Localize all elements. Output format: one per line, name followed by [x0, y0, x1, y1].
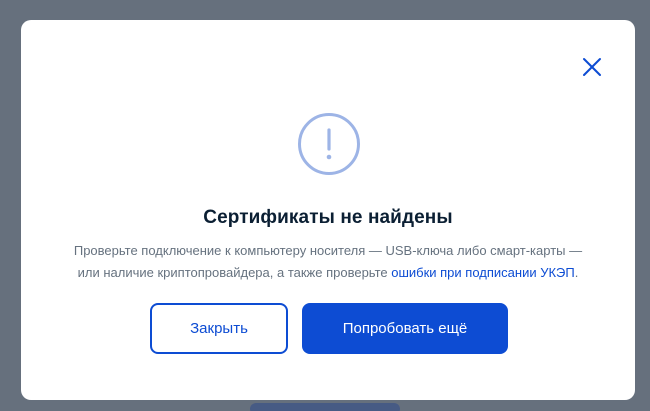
close-dialog-button[interactable]	[581, 56, 603, 78]
exclamation-circle-icon	[298, 113, 360, 175]
description-line-2: или наличие криптопровайдера, а также пр…	[77, 265, 392, 280]
retry-button[interactable]: Попробовать ещё	[302, 303, 508, 354]
error-dialog: Сертификаты не найдены Проверьте подключ…	[21, 20, 635, 400]
signing-errors-link[interactable]: ошибки при подписании УКЭП	[391, 265, 575, 280]
close-button[interactable]: Закрыть	[150, 303, 288, 354]
dialog-description: Проверьте подключение к компьютеру носит…	[51, 240, 605, 284]
close-icon	[583, 58, 601, 76]
dialog-title: Сертификаты не найдены	[203, 207, 453, 228]
background-page-element	[250, 403, 400, 411]
description-line-1: Проверьте подключение к компьютеру носит…	[73, 243, 583, 258]
description-period: .	[574, 265, 579, 280]
